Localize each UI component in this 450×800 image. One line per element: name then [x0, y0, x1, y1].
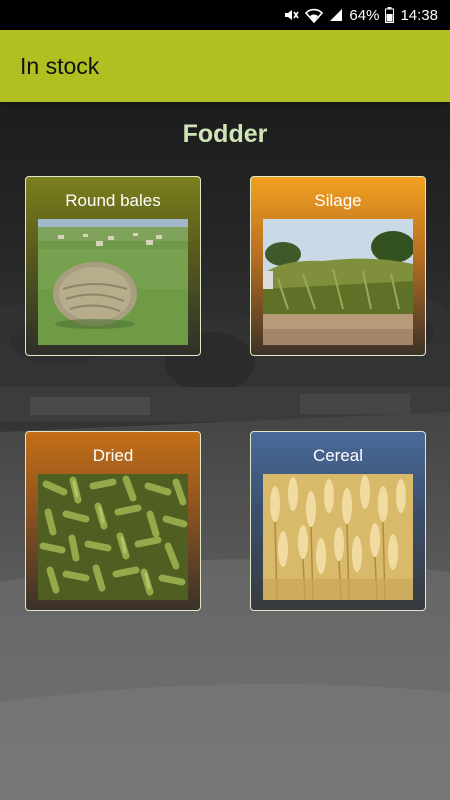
card-label: Silage	[314, 191, 362, 210]
page-title: In stock	[20, 52, 100, 79]
section-title: Fodder	[182, 120, 268, 148]
cereal-wheat-image	[263, 474, 413, 600]
dried-pellets-image	[38, 474, 188, 600]
card-label: Cereal	[312, 446, 364, 465]
card-dried[interactable]: Dried	[25, 431, 201, 611]
battery-percentage: 64%	[349, 6, 380, 24]
card-cereal[interactable]: Cereal	[250, 431, 426, 611]
silage-image	[263, 219, 413, 345]
status-bar: 64% 14:38	[0, 0, 450, 30]
battery-icon	[385, 7, 395, 23]
signal-icon	[329, 8, 343, 22]
app-bar: In stock	[0, 30, 450, 102]
card-label: Dried	[92, 446, 134, 465]
card-round-bales[interactable]: Round bales	[25, 176, 201, 356]
wifi-icon	[305, 7, 324, 23]
card-label: Round bales	[65, 191, 161, 210]
mute-icon	[283, 7, 300, 23]
clock: 14:38	[400, 6, 438, 24]
round-bales-image	[38, 219, 188, 345]
card-silage[interactable]: Silage	[250, 176, 426, 356]
